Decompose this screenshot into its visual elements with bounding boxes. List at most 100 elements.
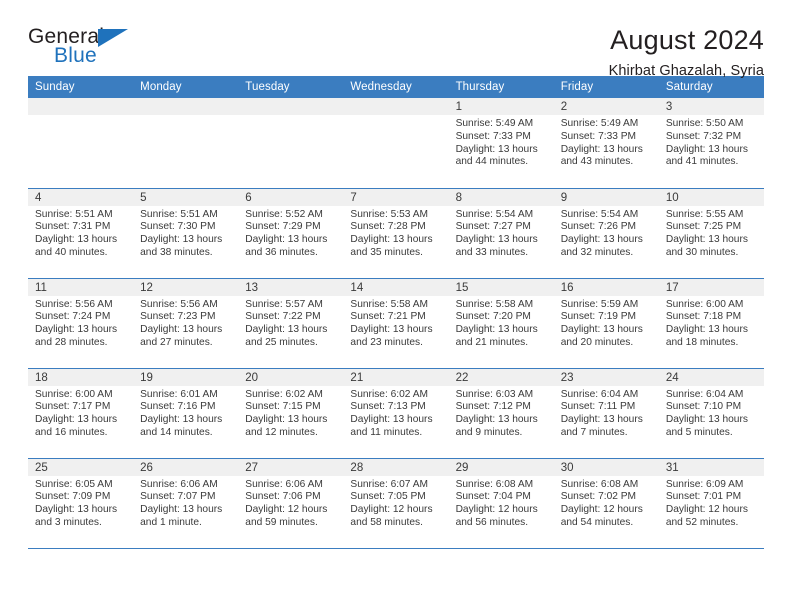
day-number: 31: [658, 458, 764, 476]
day-cell-details: Sunrise: 5:56 AM Sunset: 7:24 PM Daylight:…: [28, 296, 133, 350]
calendar-day-cell[interactable]: 18 Sunrise: 6:00 AM Sunset: 7:17 PM Dayligh…: [28, 368, 134, 459]
sunset-time: Sunset: 7:19 PM: [560, 311, 637, 323]
day-cell-details: Sunrise: 6:01 AM Sunset: 7:16 PM Daylight:…: [133, 386, 238, 440]
sunrise-time: Sunrise: 6:02 AM: [245, 388, 323, 400]
calendar-day-cell[interactable]: 9 Sunrise: 5:54 AM Sunset: 7:26 PM Daylight…: [553, 188, 659, 279]
day-number: 11: [28, 278, 134, 296]
calendar-day-cell[interactable]: 23 Sunrise: 6:04 AM Sunset: 7:11 PM Dayligh…: [553, 368, 659, 459]
sunset-time: Sunset: 7:22 PM: [245, 311, 321, 323]
daylight-duration-line-1: Daylight: 13 hours: [35, 414, 118, 426]
calendar-day-cell[interactable]: 27 Sunrise: 6:06 AM Sunset: 7:06 PM Dayligh…: [238, 458, 344, 549]
day-number: 27: [238, 458, 344, 476]
calendar-day-cell[interactable]: 13 Sunrise: 5:57 AM Sunset: 7:22 PM Dayligh…: [238, 278, 344, 369]
day-cell-inner: 26 Sunrise: 6:06 AM Sunset: 7:07 PM Dayligh…: [133, 458, 239, 548]
sunset-time: Sunset: 7:18 PM: [665, 311, 742, 323]
sunset-time: Sunset: 7:29 PM: [245, 221, 321, 233]
calendar-day-cell[interactable]: 6 Sunrise: 5:52 AM Sunset: 7:29 PM Daylight…: [238, 188, 344, 279]
day-cell-details: Sunrise: 6:00 AM Sunset: 7:17 PM Daylight:…: [28, 386, 133, 440]
calendar-day-cell: [133, 98, 239, 189]
day-cell-inner: 31 Sunrise: 6:09 AM Sunset: 7:01 PM Dayligh…: [658, 458, 764, 548]
calendar-day-cell[interactable]: 16 Sunrise: 5:59 AM Sunset: 7:19 PM Dayligh…: [553, 278, 659, 369]
brand-logo[interactable]: General Blue: [28, 26, 138, 74]
day-cell-details: Sunrise: 6:03 AM Sunset: 7:12 PM Daylight:…: [449, 386, 554, 440]
sunset-time: Sunset: 7:05 PM: [350, 491, 426, 503]
calendar-day-cell[interactable]: 7 Sunrise: 5:53 AM Sunset: 7:28 PM Daylight…: [343, 188, 449, 279]
daylight-duration-line-2: and 52 minutes.: [665, 516, 739, 528]
calendar-day-cell[interactable]: 17 Sunrise: 6:00 AM Sunset: 7:18 PM Dayligh…: [658, 278, 764, 369]
day-cell-inner: 23 Sunrise: 6:04 AM Sunset: 7:11 PM Dayligh…: [553, 368, 659, 458]
calendar-day-cell[interactable]: 22 Sunrise: 6:03 AM Sunset: 7:12 PM Dayligh…: [448, 368, 554, 459]
sunrise-time: Sunrise: 6:01 AM: [140, 388, 218, 400]
daylight-duration-line-1: Daylight: 13 hours: [455, 143, 538, 155]
daylight-duration-line-1: Daylight: 13 hours: [245, 234, 328, 246]
sunrise-time: Sunrise: 5:59 AM: [560, 298, 639, 310]
day-cell-inner: 5 Sunrise: 5:51 AM Sunset: 7:30 PM Daylight…: [133, 188, 239, 278]
calendar-day-cell[interactable]: 4 Sunrise: 5:51 AM Sunset: 7:31 PM Daylight…: [28, 188, 134, 279]
calendar-day-cell[interactable]: 11 Sunrise: 5:56 AM Sunset: 7:24 PM Dayligh…: [28, 278, 134, 369]
brand-triangle-icon: [98, 29, 128, 47]
calendar-day-cell[interactable]: 30 Sunrise: 6:08 AM Sunset: 7:02 PM Dayligh…: [553, 458, 659, 549]
day-number: 8: [448, 188, 554, 206]
calendar-day-cell[interactable]: 20 Sunrise: 6:02 AM Sunset: 7:15 PM Dayligh…: [238, 368, 344, 459]
calendar-day-cell[interactable]: 24 Sunrise: 6:04 AM Sunset: 7:10 PM Dayligh…: [658, 368, 764, 459]
calendar-day-cell[interactable]: 2 Sunrise: 5:49 AM Sunset: 7:33 PM Daylight…: [553, 98, 659, 189]
day-number: 1: [448, 98, 554, 115]
day-cell-inner: 7 Sunrise: 5:53 AM Sunset: 7:28 PM Daylight…: [343, 188, 449, 278]
day-number: 13: [238, 278, 344, 296]
calendar-day-cell[interactable]: 3 Sunrise: 5:50 AM Sunset: 7:32 PM Daylight…: [658, 98, 764, 189]
daylight-duration-line-2: and 27 minutes.: [140, 336, 213, 348]
day-cell-details: Sunrise: 5:50 AM Sunset: 7:32 PM Daylight:…: [659, 115, 764, 169]
calendar-day-cell[interactable]: 14 Sunrise: 5:58 AM Sunset: 7:21 PM Dayligh…: [343, 278, 449, 369]
calendar-day-cell: [28, 98, 134, 189]
calendar-day-cell[interactable]: 10 Sunrise: 5:55 AM Sunset: 7:25 PM Dayligh…: [658, 188, 764, 279]
day-cell-details: Sunrise: 6:07 AM Sunset: 7:05 PM Daylight:…: [343, 476, 448, 530]
daylight-duration-line-2: and 18 minutes.: [665, 336, 739, 348]
daylight-duration-line-2: and 54 minutes.: [560, 516, 634, 528]
page-header: General Blue August 2024 Khirbat Ghazala…: [28, 0, 764, 80]
calendar-day-cell[interactable]: 8 Sunrise: 5:54 AM Sunset: 7:27 PM Daylight…: [448, 188, 554, 279]
calendar-day-cell[interactable]: 15 Sunrise: 5:58 AM Sunset: 7:20 PM Dayligh…: [448, 278, 554, 369]
day-number: 23: [553, 368, 659, 386]
day-number: [238, 98, 344, 115]
calendar-day-cell[interactable]: 29 Sunrise: 6:08 AM Sunset: 7:04 PM Dayligh…: [448, 458, 554, 549]
calendar-day-cell[interactable]: 19 Sunrise: 6:01 AM Sunset: 7:16 PM Dayligh…: [133, 368, 239, 459]
day-cell-details: Sunrise: 6:04 AM Sunset: 7:10 PM Daylight:…: [659, 386, 764, 440]
sunset-time: Sunset: 7:07 PM: [140, 491, 216, 503]
daylight-duration-line-1: Daylight: 12 hours: [245, 504, 328, 516]
calendar-day-cell[interactable]: 28 Sunrise: 6:07 AM Sunset: 7:05 PM Dayligh…: [343, 458, 449, 549]
daylight-duration-line-1: Daylight: 13 hours: [455, 234, 538, 246]
day-cell-inner: 13 Sunrise: 5:57 AM Sunset: 7:22 PM Dayligh…: [238, 278, 344, 368]
calendar-day-cell[interactable]: 5 Sunrise: 5:51 AM Sunset: 7:30 PM Daylight…: [133, 188, 239, 279]
day-cell-details: Sunrise: 6:09 AM Sunset: 7:01 PM Daylight:…: [659, 476, 764, 530]
calendar-week-row: 25 Sunrise: 6:05 AM Sunset: 7:09 PM Dayligh…: [28, 458, 764, 549]
daylight-duration-line-1: Daylight: 13 hours: [140, 414, 223, 426]
day-number: 12: [133, 278, 239, 296]
day-cell-details: Sunrise: 6:06 AM Sunset: 7:07 PM Daylight:…: [133, 476, 238, 530]
daylight-duration-line-1: Daylight: 13 hours: [245, 414, 328, 426]
day-cell-inner: 28 Sunrise: 6:07 AM Sunset: 7:05 PM Dayligh…: [343, 458, 449, 548]
day-number: 22: [448, 368, 554, 386]
daylight-duration-line-2: and 5 minutes.: [665, 426, 733, 438]
calendar-week-row: 18 Sunrise: 6:00 AM Sunset: 7:17 PM Dayligh…: [28, 368, 764, 459]
daylight-duration-line-2: and 41 minutes.: [665, 156, 739, 168]
daylight-duration-line-2: and 35 minutes.: [350, 246, 423, 258]
calendar-day-cell[interactable]: 25 Sunrise: 6:05 AM Sunset: 7:09 PM Dayligh…: [28, 458, 134, 549]
day-number: 7: [343, 188, 449, 206]
calendar-day-cell[interactable]: 21 Sunrise: 6:02 AM Sunset: 7:13 PM Dayligh…: [343, 368, 449, 459]
daylight-duration-line-1: Daylight: 13 hours: [665, 234, 748, 246]
sunset-time: Sunset: 7:11 PM: [560, 401, 636, 413]
sunrise-time: Sunrise: 6:08 AM: [455, 478, 534, 490]
day-cell-inner: 2 Sunrise: 5:49 AM Sunset: 7:33 PM Daylight…: [553, 98, 659, 188]
calendar-day-cell[interactable]: 12 Sunrise: 5:56 AM Sunset: 7:23 PM Dayligh…: [133, 278, 239, 369]
calendar-day-cell[interactable]: 26 Sunrise: 6:06 AM Sunset: 7:07 PM Dayligh…: [133, 458, 239, 549]
sunrise-time: Sunrise: 6:04 AM: [560, 388, 639, 400]
day-cell-inner: 29 Sunrise: 6:08 AM Sunset: 7:04 PM Dayligh…: [448, 458, 554, 548]
day-cell-details: Sunrise: 5:57 AM Sunset: 7:22 PM Daylight:…: [238, 296, 343, 350]
sunrise-time: Sunrise: 5:49 AM: [560, 118, 639, 129]
day-cell-inner: 8 Sunrise: 5:54 AM Sunset: 7:27 PM Daylight…: [448, 188, 554, 278]
day-cell-inner: 19 Sunrise: 6:01 AM Sunset: 7:16 PM Dayligh…: [133, 368, 239, 458]
calendar-day-cell[interactable]: 31 Sunrise: 6:09 AM Sunset: 7:01 PM Dayligh…: [658, 458, 764, 549]
sunset-time: Sunset: 7:02 PM: [560, 491, 637, 503]
calendar-day-cell[interactable]: 1 Sunrise: 5:49 AM Sunset: 7:33 PM Daylight…: [448, 98, 554, 189]
day-cell-details: Sunrise: 5:49 AM Sunset: 7:33 PM Daylight:…: [449, 115, 554, 169]
